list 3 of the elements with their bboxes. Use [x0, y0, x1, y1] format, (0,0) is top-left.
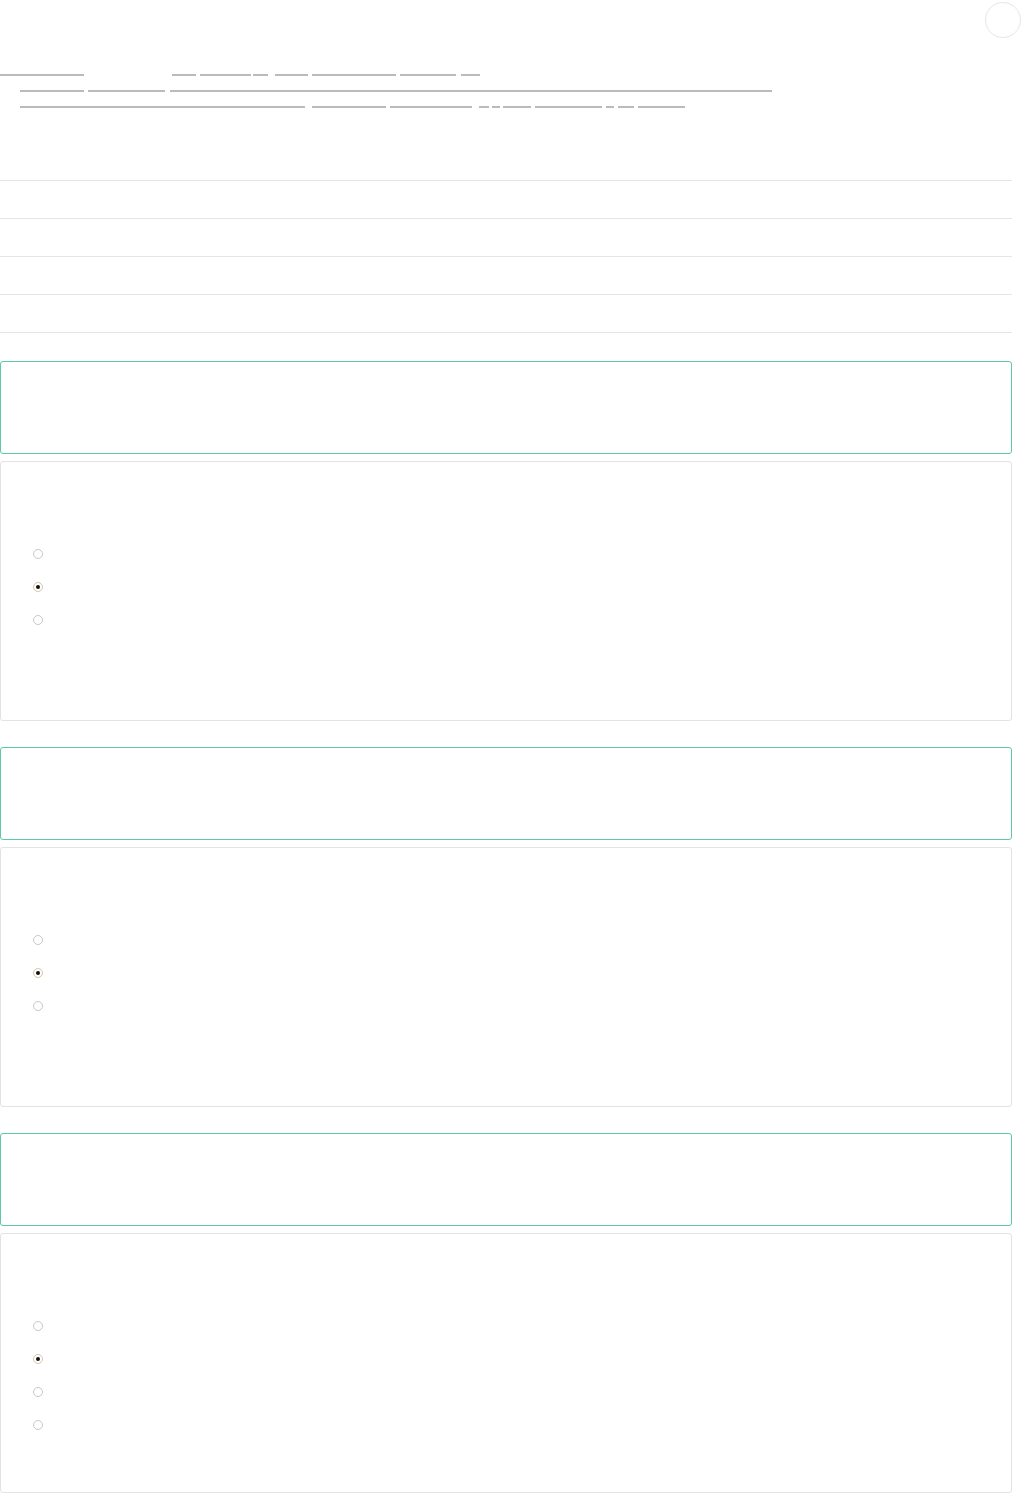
radio-button[interactable]: [33, 582, 43, 592]
radio-button[interactable]: [33, 1354, 43, 1364]
radio-button[interactable]: [33, 968, 43, 978]
